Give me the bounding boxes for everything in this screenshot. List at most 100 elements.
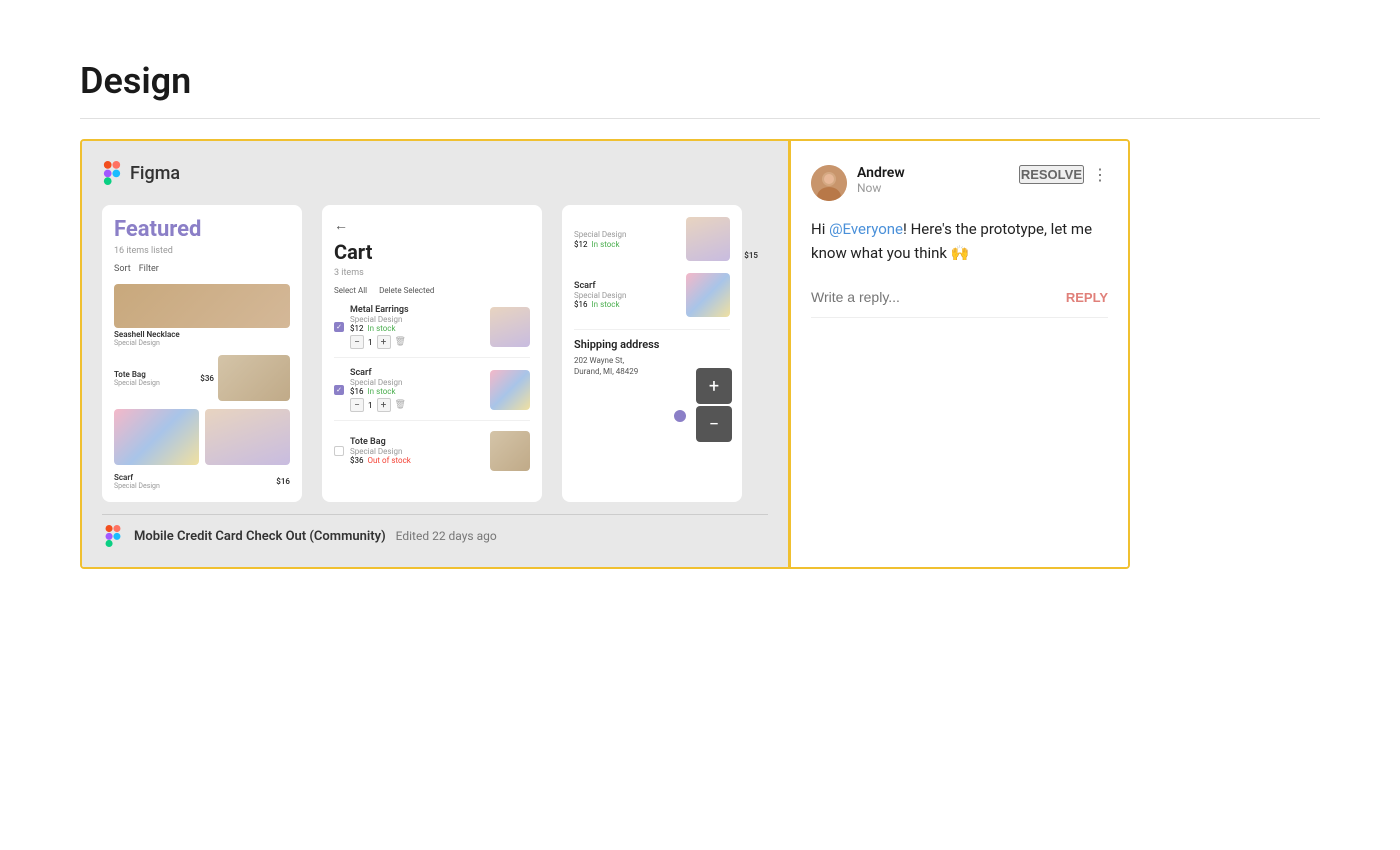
resolve-button[interactable]: RESOLVE [1019, 165, 1084, 184]
scarf-increase[interactable]: + [377, 398, 391, 412]
scarf-name: Scarf [114, 473, 272, 482]
comment-panel: Andrew Now RESOLVE ⋮ Hi @Everyone! Here'… [788, 141, 1128, 567]
zoom-out-button[interactable]: − [696, 406, 732, 442]
delete-selected[interactable]: Delete Selected [379, 286, 434, 295]
scarf-cart-price: $16 [350, 387, 364, 396]
right-earrings-thumb [686, 217, 730, 261]
right-scarf-image [686, 273, 730, 317]
scarf-price-row: $16 In stock [350, 387, 484, 396]
tote-cart-image [490, 431, 530, 471]
earrings-image [205, 409, 290, 465]
scarf-earrings-row [114, 409, 290, 465]
right-earrings-price: $12 [574, 240, 588, 249]
tote-row: Tote Bag Special Design $36 [114, 355, 290, 401]
cart-actions: Select All Delete Selected [334, 286, 530, 295]
scarf-cart-info: Scarf Special Design $16 In stock − 1 + … [350, 368, 484, 412]
scarf-checkbox[interactable]: ✓ [334, 385, 344, 395]
address-line2: Durand, MI, 48429 [574, 367, 638, 376]
scarf-decrease[interactable]: − [350, 398, 364, 412]
cart-item-earrings: ✓ Metal Earrings Special Design $12 In s… [334, 305, 530, 358]
necklace-name: Seashell Necklace [114, 330, 290, 339]
right-earrings-image [686, 217, 730, 261]
tote-thumb [218, 355, 290, 401]
screen-right: Special Design $12 In stock Scarf Spe [562, 205, 742, 502]
main-container: Figma Featured 16 items listed Sort Filt… [80, 139, 1130, 569]
reply-button[interactable]: REPLY [1066, 290, 1108, 305]
filter-row: Sort Filter [114, 264, 290, 274]
figma-logo-text: Figma [130, 163, 180, 184]
figma-logo-area: Figma [102, 161, 768, 185]
earrings-info: Metal Earrings Special Design $12 In sto… [350, 305, 484, 349]
right-scarf-price-row: $16 In stock [574, 300, 680, 309]
cart-back-arrow[interactable]: ← [334, 217, 530, 234]
comment-before: Hi [811, 220, 829, 238]
scarf-cart-name: Scarf [350, 368, 484, 378]
comment-time: Now [857, 181, 1009, 195]
earrings-checkbox[interactable]: ✓ [334, 322, 344, 332]
scarf-product [114, 409, 199, 465]
cart-count: 3 items [334, 268, 530, 278]
scarf-sub: Special Design [114, 482, 272, 490]
figma-footer-edited: Edited 22 days ago [396, 529, 497, 543]
earrings-status: In stock [368, 324, 396, 333]
scarf-delete[interactable]: 🗑 [395, 400, 406, 410]
reply-input[interactable] [811, 289, 1066, 305]
earrings-thumb [205, 409, 290, 465]
earrings-increase[interactable]: + [377, 335, 391, 349]
comment-body: Hi @Everyone! Here's the prototype, let … [811, 217, 1108, 265]
tote-cart-info: Tote Bag Special Design $36 Out of stock [350, 437, 484, 465]
scarf-qty-val: 1 [368, 401, 373, 410]
earrings-name: Metal Earrings [350, 305, 484, 315]
right-earrings-status: In stock [592, 240, 620, 249]
zoom-in-button[interactable]: + [696, 368, 732, 404]
reply-area: REPLY [811, 289, 1108, 318]
tote-image [218, 355, 290, 401]
earrings-qty: − 1 + 🗑 [350, 335, 484, 349]
comment-actions: RESOLVE ⋮ [1019, 165, 1108, 184]
scarf-label-row: Scarf Special Design $16 [114, 473, 290, 490]
tote-cart-sub: Special Design [350, 447, 484, 456]
scarf-cart-thumb [490, 370, 530, 410]
earrings-cart-thumb [490, 307, 530, 347]
scarf-qty: − 1 + 🗑 [350, 398, 484, 412]
tote-name: Tote Bag [114, 370, 196, 379]
scarf-label: Scarf Special Design [114, 473, 272, 490]
tote-price-row: $36 Out of stock [350, 456, 484, 465]
right-scarf-price: $16 [574, 300, 588, 309]
scarf-image [114, 409, 199, 465]
right-scarf-name: Scarf [574, 281, 680, 291]
screen-cart: ← Cart 3 items Select All Delete Selecte… [322, 205, 542, 502]
more-button[interactable]: ⋮ [1092, 165, 1108, 184]
commenter-name: Andrew [857, 165, 1009, 181]
figma-footer-filename: Mobile Credit Card Check Out (Community) [134, 529, 386, 544]
earrings-decrease[interactable]: − [350, 335, 364, 349]
figma-footer-icon [102, 525, 124, 547]
right-earrings-info: Special Design $12 In stock [574, 230, 680, 249]
tote-cart-thumb [490, 431, 530, 471]
necklace-image [114, 284, 290, 328]
scarf-cart-image [490, 370, 530, 410]
necklace-sub: Special Design [114, 339, 290, 347]
figma-screens: Featured 16 items listed Sort Filter Sea… [102, 205, 768, 502]
title-divider [80, 118, 1320, 119]
earrings-delete[interactable]: 🗑 [395, 337, 406, 347]
avatar [811, 165, 847, 201]
earrings-qty-val: 1 [368, 338, 373, 347]
address-line1: 202 Wayne St, [574, 356, 624, 365]
radio-indicator [674, 410, 686, 422]
figma-footer: Mobile Credit Card Check Out (Community)… [102, 514, 768, 547]
tote-cart-name: Tote Bag [350, 437, 484, 447]
tote-checkbox[interactable]: □ [334, 446, 344, 456]
tote-info: Tote Bag Special Design [114, 370, 196, 387]
avatar-image [811, 165, 847, 201]
figma-icon [102, 161, 122, 185]
right-earrings: Special Design $12 In stock [574, 217, 730, 261]
zoom-controls: + − [696, 368, 732, 442]
featured-title: Featured [114, 217, 290, 242]
select-all[interactable]: Select All [334, 286, 367, 295]
tote-price: $36 [200, 374, 214, 383]
earrings-price-row: $12 In stock [350, 324, 484, 333]
comment-mention[interactable]: @Everyone [829, 220, 903, 238]
scarf-status: In stock [368, 387, 396, 396]
earrings-product [205, 409, 290, 465]
